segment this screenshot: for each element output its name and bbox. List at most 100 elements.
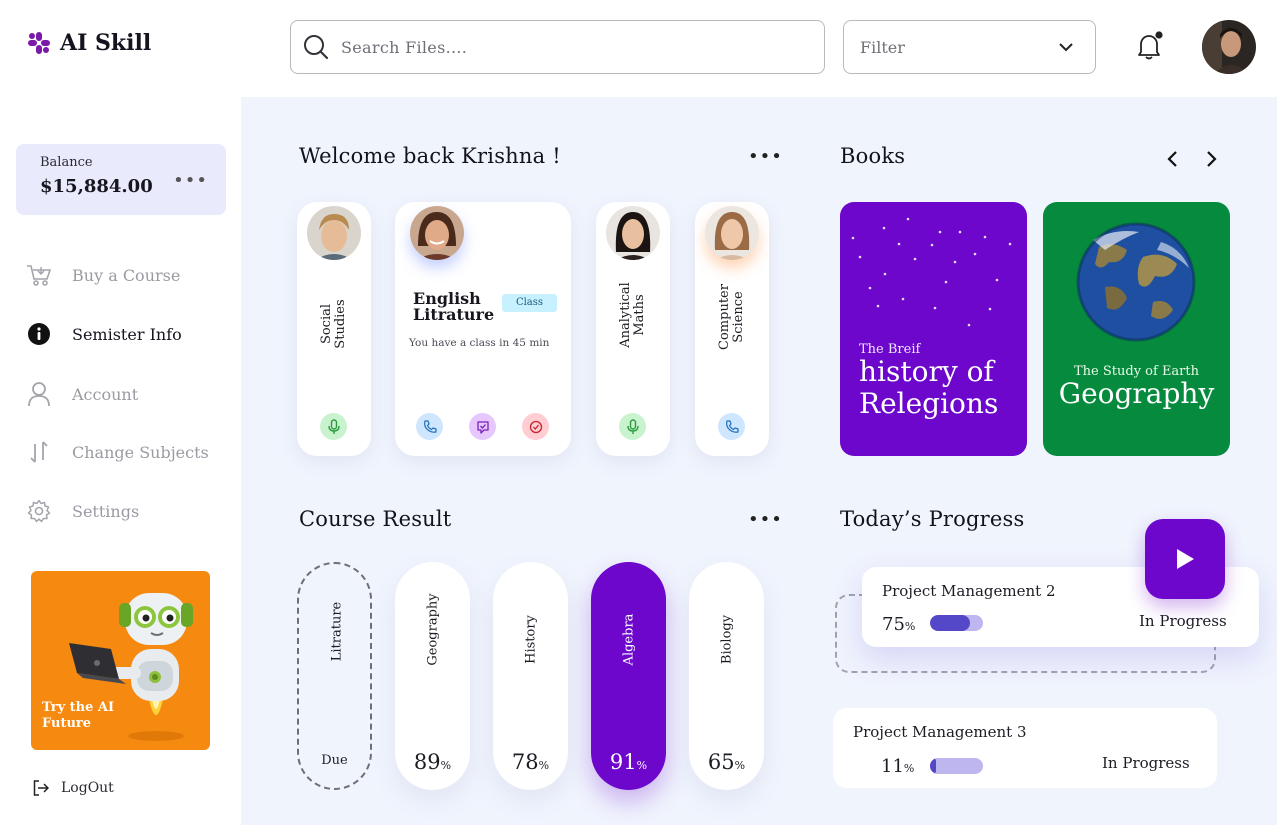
cart-icon (26, 262, 52, 288)
course-name: History (523, 615, 539, 664)
progress-item-name: Project Management 2 (882, 582, 1056, 600)
sidebar-item-label: Account (72, 384, 139, 404)
teacher-card-subject: Social Studies (319, 299, 348, 349)
filter-dropdown[interactable]: Filter (843, 20, 1096, 74)
course-name: Algebra (621, 613, 637, 666)
teacher-avatar (705, 206, 759, 260)
promo-card[interactable]: Try the AI Future (31, 571, 210, 750)
sidebar-item-buy-a-course[interactable]: Buy a Course (26, 262, 180, 288)
teacher-card-analytical-maths[interactable]: Analytical Maths (596, 202, 670, 456)
course-pill-history[interactable]: History 78% (493, 562, 568, 790)
progress-title: Today’s Progress (840, 507, 1025, 531)
phone-icon (725, 419, 739, 433)
progress-bar-fill (930, 615, 970, 631)
chat-button[interactable] (469, 413, 496, 440)
progress-item-project-management-3[interactable]: Project Management 3 11% In Progress (833, 708, 1217, 788)
phone-icon (423, 419, 437, 433)
course-result-more-icon[interactable]: ••• (748, 509, 783, 530)
welcome-more-icon[interactable]: ••• (748, 146, 783, 167)
chevron-down-icon (1059, 42, 1073, 51)
teacher-card-subject: Analytical Maths (618, 282, 647, 348)
books-next-button[interactable] (1206, 150, 1218, 172)
user-avatar-image (1202, 20, 1256, 74)
search-input[interactable]: Search Files.... (290, 20, 825, 74)
stars-decoration (851, 217, 1012, 327)
sidebar-item-settings[interactable]: Settings (26, 498, 139, 524)
search-icon (304, 35, 329, 60)
swap-icon (26, 439, 52, 465)
call-button[interactable] (718, 413, 745, 440)
teacher-avatar (307, 206, 361, 260)
books-title: Books (840, 144, 906, 168)
logout-icon (33, 780, 49, 796)
teacher-card-subject: English Litrature (413, 289, 495, 324)
progress-item-status: In Progress (1139, 612, 1227, 630)
mic-button[interactable] (320, 413, 347, 440)
mic-icon (327, 418, 340, 434)
chevron-right-icon (1207, 151, 1217, 167)
chat-icon (476, 420, 489, 434)
confirm-button[interactable] (522, 413, 549, 440)
course-result-title: Course Result (299, 507, 452, 531)
teacher-card-social-studies[interactable]: Social Studies (297, 202, 371, 456)
mic-icon (626, 418, 639, 434)
book-title: history of Relegions (859, 355, 999, 420)
user-icon (26, 381, 52, 407)
mic-button[interactable] (619, 413, 646, 440)
course-name: Geography (425, 593, 441, 666)
progress-bar (930, 758, 983, 774)
sidebar-item-label: Settings (72, 501, 140, 521)
logout-label: LogOut (61, 780, 114, 796)
notification-button[interactable] (1133, 30, 1165, 66)
balance-card[interactable]: Balance $15,884.00 ••• (16, 144, 226, 215)
book-card-geography[interactable]: The Study of Earth Geography (1043, 202, 1230, 456)
progress-item-name: Project Management 3 (853, 723, 1027, 741)
sidebar-item-label: Buy a Course (72, 265, 181, 285)
book-title: Geography (1058, 377, 1215, 410)
progress-bar-fill (930, 758, 936, 774)
more-icon[interactable]: ••• (173, 170, 208, 191)
course-pill-algebra[interactable]: Algebra 91% (591, 562, 666, 790)
earth-illustration (1076, 222, 1196, 342)
course-pill-geography[interactable]: Geography 89% (395, 562, 470, 790)
sidebar-item-account[interactable]: Account (26, 381, 138, 407)
class-note: You have a class in 45 min (409, 337, 550, 349)
play-button[interactable] (1145, 519, 1225, 599)
course-value: 91% (609, 750, 648, 774)
sidebar-item-label: Semister Info (72, 324, 182, 344)
promo-text: Try the AI Future (42, 700, 115, 731)
course-pill-biology[interactable]: Biology 65% (689, 562, 764, 790)
teacher-card-computer-science[interactable]: Computer Science (695, 202, 769, 456)
course-value: Due (321, 753, 348, 768)
teacher-card-english-litrature[interactable]: English Litrature Class You have a class … (395, 202, 571, 456)
filter-label: Filter (860, 37, 905, 57)
progress-item-value: 11% (881, 756, 915, 777)
check-icon (529, 420, 542, 433)
logout-button[interactable]: LogOut (33, 780, 114, 796)
course-pill-litrature[interactable]: Litrature Due (297, 562, 372, 790)
course-value: 78% (511, 750, 550, 774)
progress-item-status: In Progress (1102, 754, 1190, 772)
books-prev-button[interactable] (1166, 150, 1178, 172)
call-button[interactable] (416, 413, 443, 440)
welcome-title: Welcome back Krishna ! (299, 144, 561, 168)
sidebar-item-change-subjects[interactable]: Change Subjects (26, 439, 209, 465)
progress-item-value: 75% (882, 614, 916, 635)
balance-label: Balance (40, 155, 93, 170)
search-placeholder: Search Files.... (341, 37, 468, 57)
course-value: 89% (413, 750, 452, 774)
course-name: Biology (719, 614, 735, 665)
sidebar-item-semister-info[interactable]: Semister Info (26, 321, 182, 347)
user-avatar[interactable] (1202, 20, 1256, 74)
app-logo[interactable]: AI Skill (28, 30, 151, 56)
teacher-avatar (606, 206, 660, 260)
app-name: AI Skill (60, 30, 152, 56)
info-icon (26, 321, 52, 347)
chevron-left-icon (1167, 151, 1177, 167)
teacher-card-subject: Computer Science (717, 284, 746, 350)
book-card-history-of-relegions[interactable]: The Breif history of Relegions (840, 202, 1027, 456)
teacher-avatar (410, 206, 464, 260)
logo-icon (28, 32, 50, 54)
bell-icon (1138, 31, 1163, 60)
course-value: 65% (707, 750, 746, 774)
